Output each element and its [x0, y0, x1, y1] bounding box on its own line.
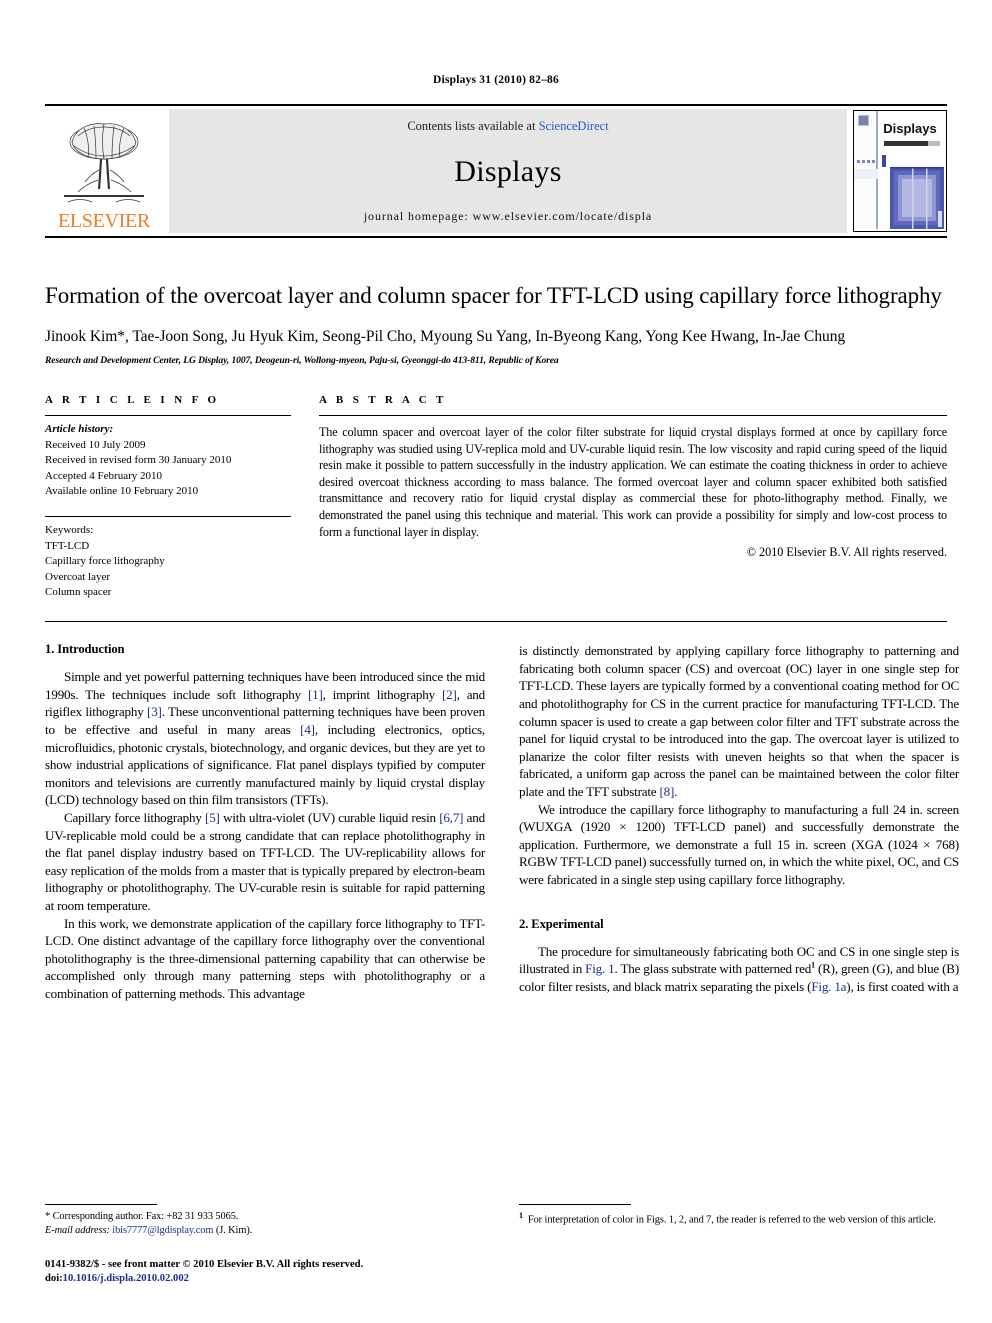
- citation-ref-8[interactable]: [8]: [659, 784, 674, 799]
- paragraph-intro-4: We introduce the capillary force lithogr…: [519, 801, 959, 887]
- history-item: Received in revised form 30 January 2010: [45, 454, 232, 467]
- citation-ref-2[interactable]: [2]: [442, 687, 457, 702]
- body-separator-rule: [45, 621, 947, 623]
- footnote-text: For interpretation of color in Figs. 1, …: [527, 1214, 936, 1226]
- journal-cover-art: Displays: [854, 111, 944, 229]
- doi-link[interactable]: 10.1016/j.displa.2010.02.002: [63, 1273, 189, 1284]
- journal-title: Displays: [454, 154, 562, 188]
- section-heading-experimental: 2. Experimental: [519, 916, 604, 931]
- article-info-heading: A R T I C L E I N F O: [45, 393, 220, 406]
- footnote-column-right: 1 For interpretation of color in Figs. 1…: [519, 1203, 959, 1287]
- contents-lists-line: Contents lists available at ScienceDirec…: [407, 119, 608, 134]
- section-heading-introduction: 1. Introduction: [45, 642, 125, 657]
- footnote-marker-ref-1: 1: [519, 1210, 523, 1220]
- citation-ref-4[interactable]: [4]: [300, 722, 315, 737]
- journal-cover-thumbnail: Displays: [853, 110, 947, 232]
- body-columns: 1. Introduction Simple and yet powerful …: [45, 642, 959, 1003]
- elsevier-wordmark: ELSEVIER: [57, 210, 151, 232]
- paragraph-experimental-1: The procedure for simultaneously fabrica…: [519, 943, 959, 996]
- keywords-label: Keywords:: [45, 524, 94, 537]
- journal-band: Contents lists available at ScienceDirec…: [169, 109, 847, 233]
- color-interpretation-note: 1 For interpretation of color in Figs. 1…: [519, 1210, 959, 1228]
- svg-text:Displays: Displays: [883, 121, 936, 136]
- running-head: Displays 31 (2010) 82–86: [433, 74, 559, 86]
- article-info-column: A R T I C L E I N F O Article history: R…: [45, 394, 291, 601]
- text-run: .: [674, 783, 678, 799]
- elsevier-logo: ELSEVIER: [45, 109, 163, 233]
- citation-ref-5[interactable]: [5]: [205, 810, 220, 825]
- corresponding-author-note: * Corresponding author. Fax: +82 31 933 …: [45, 1210, 239, 1222]
- doi-label: doi:: [45, 1273, 63, 1285]
- keyword-item: TFT-LCD: [45, 539, 90, 552]
- text-run: , imprint lithography: [322, 686, 442, 702]
- paragraph-intro-2: Capillary force lithography [5] with ult…: [45, 809, 485, 915]
- email-author: (J. Kim).: [215, 1225, 253, 1237]
- page-footnotes: * Corresponding author. Fax: +82 31 933 …: [45, 1203, 947, 1287]
- article-title: Formation of the overcoat layer and colu…: [45, 283, 942, 308]
- article-affiliation: Research and Development Center, LG Disp…: [45, 354, 559, 366]
- sciencedirect-link[interactable]: ScienceDirect: [539, 119, 609, 133]
- citation-ref-6-7[interactable]: [6,7]: [439, 810, 463, 825]
- keyword-item: Capillary force lithography: [45, 555, 165, 568]
- abstract-copyright: © 2010 Elsevier B.V. All rights reserved…: [746, 545, 947, 560]
- article-history-label: Article history:: [45, 422, 114, 435]
- text-run: ), is first coated with a: [846, 978, 959, 994]
- citation-ref-1[interactable]: [1]: [308, 687, 323, 702]
- paragraph-intro-1: Simple and yet powerful patterning techn…: [45, 668, 485, 809]
- info-abstract-region: A R T I C L E I N F O Article history: R…: [45, 394, 947, 601]
- abstract-text: The column spacer and overcoat layer of …: [319, 424, 947, 539]
- doi-line: doi:10.1016/j.displa.2010.02.002: [45, 1272, 485, 1287]
- journal-masthead: ELSEVIER Contents lists available at Sci…: [45, 104, 947, 238]
- history-item: Received 10 July 2009: [45, 438, 146, 451]
- email-link[interactable]: ibis7777@lgdisplay.com: [112, 1225, 213, 1236]
- body-column-left: 1. Introduction Simple and yet powerful …: [45, 642, 485, 1003]
- email-note: E-mail address: ibis7777@lgdisplay.com (…: [45, 1224, 485, 1239]
- abstract-heading: A B S T R A C T: [319, 393, 447, 406]
- footnote-rule-left: [45, 1203, 157, 1205]
- elsevier-tree-icon: [64, 123, 144, 203]
- paragraph-intro-3: In this work, we demonstrate application…: [45, 915, 485, 1002]
- figure-link-fig1a[interactable]: Fig. 1a: [811, 979, 846, 994]
- abstract-column: A B S T R A C T The column spacer and ov…: [319, 394, 947, 601]
- citation-ref-3[interactable]: [3]: [147, 704, 162, 719]
- text-run: is distinctly demonstrated by applying c…: [519, 643, 959, 799]
- keyword-item: Overcoat layer: [45, 570, 111, 583]
- email-label: E-mail address:: [45, 1225, 110, 1237]
- text-run: with ultra-violet (UV) curable liquid re…: [219, 809, 440, 825]
- footnote-rule-right: [519, 1203, 631, 1205]
- figure-link-fig1[interactable]: Fig. 1: [585, 961, 615, 976]
- keyword-item: Column spacer: [45, 586, 112, 599]
- journal-article-page: Displays 31 (2010) 82–86 ELSEVIER Conten…: [0, 0, 992, 1323]
- paragraph-intro-3-continued: is distinctly demonstrated by applying c…: [519, 642, 959, 800]
- article-authors: Jinook Kim*, Tae-Joon Song, Ju Hyuk Kim,…: [45, 327, 846, 345]
- text-run: Capillary force lithography: [64, 809, 206, 825]
- footnote-column-left: * Corresponding author. Fax: +82 31 933 …: [45, 1203, 485, 1287]
- text-run: . The glass substrate with patterned red: [614, 961, 812, 977]
- history-item: Available online 10 February 2010: [45, 485, 199, 498]
- keywords-block: Keywords: TFT-LCD Capillary force lithog…: [45, 517, 291, 601]
- body-column-right: is distinctly demonstrated by applying c…: [519, 642, 959, 1003]
- history-item: Accepted 4 February 2010: [45, 469, 162, 482]
- text-run: and UV-replicable mold could be a strong…: [45, 809, 485, 913]
- issn-copyright-line: 0141-9382/$ - see front matter © 2010 El…: [45, 1258, 485, 1287]
- contents-prefix: Contents lists available at: [407, 119, 539, 133]
- issn-text: 0141-9382/$ - see front matter © 2010 El…: [45, 1258, 364, 1270]
- article-history-block: Article history: Received 10 July 2009 R…: [45, 416, 291, 500]
- journal-homepage-link[interactable]: journal homepage: www.elsevier.com/locat…: [364, 209, 652, 224]
